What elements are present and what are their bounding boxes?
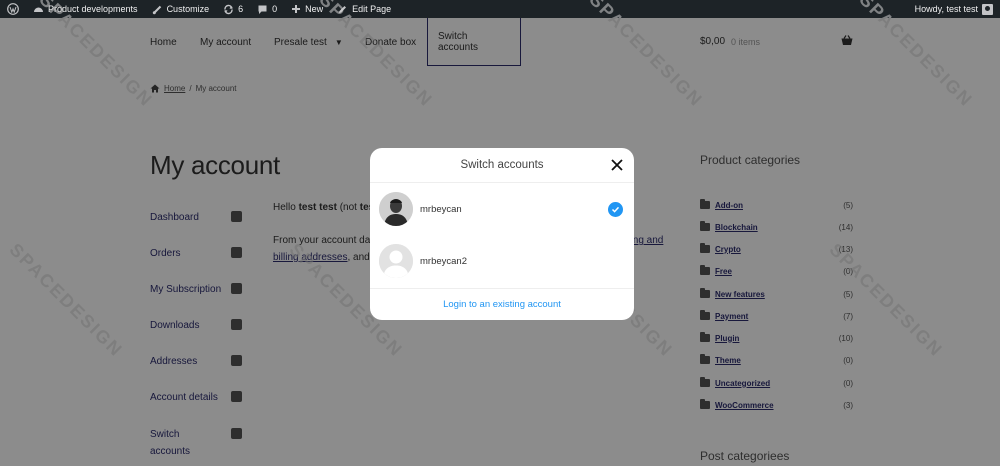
person-photo-icon — [379, 192, 413, 226]
check-icon — [608, 202, 623, 217]
plus-icon — [292, 5, 301, 13]
account-name: mrbeycan — [420, 203, 462, 215]
new-content-link[interactable]: New — [284, 0, 330, 18]
customize-link[interactable]: Customize — [145, 0, 217, 18]
my-account-menu[interactable]: Howdy, test test — [908, 0, 1000, 18]
pencil-icon — [339, 5, 347, 13]
home-gauge-icon — [34, 7, 43, 12]
account-avatar — [379, 192, 413, 226]
close-icon[interactable] — [608, 156, 626, 174]
site-name-menu[interactable]: Product developments — [26, 0, 145, 18]
modal-header: Switch accounts — [370, 148, 634, 183]
refresh-icon — [224, 4, 233, 14]
comments-count: 0 — [272, 4, 278, 14]
account-name: mrbeycan2 — [420, 255, 467, 267]
account-option-mrbeycan[interactable]: mrbeycan — [370, 184, 634, 234]
switch-accounts-modal: Switch accounts mrbeycan mrbeycan2 Login… — [370, 148, 634, 320]
wordpress-logo[interactable] — [0, 0, 26, 18]
updates-link[interactable]: 6 — [216, 0, 250, 18]
modal-title: Switch accounts — [460, 159, 544, 171]
admin-bar: Product developments Customize 6 0 New E… — [0, 0, 1000, 18]
customize-label: Customize — [166, 4, 210, 14]
account-option-mrbeycan2[interactable]: mrbeycan2 — [370, 236, 634, 286]
login-existing-account-link[interactable]: Login to an existing account — [443, 299, 561, 310]
brush-icon — [152, 5, 161, 14]
edit-page-label: Edit Page — [352, 4, 392, 14]
edit-page-link[interactable]: Edit Page — [330, 0, 398, 18]
user-avatar — [982, 3, 993, 15]
default-avatar-icon — [379, 244, 413, 278]
site-name: Product developments — [48, 4, 138, 14]
comment-icon — [258, 5, 267, 14]
howdy-text: Howdy, test test — [914, 4, 978, 14]
wordpress-icon — [7, 3, 19, 15]
comments-link[interactable]: 0 — [250, 0, 284, 18]
updates-count: 6 — [238, 4, 244, 14]
new-label: New — [305, 4, 324, 14]
modal-footer: Login to an existing account — [370, 288, 634, 320]
